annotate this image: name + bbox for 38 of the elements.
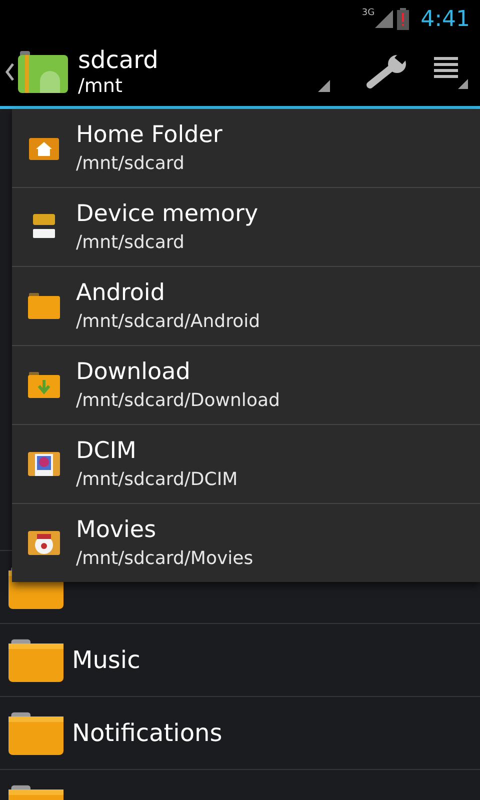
- bookmark-name: Android: [76, 279, 166, 308]
- bookmark-path: /mnt/sdcard/DCIM: [76, 468, 238, 492]
- folder-row[interactable]: Notifications: [0, 696, 480, 769]
- photo-folder-icon: [28, 449, 60, 479]
- folder-row[interactable]: Music: [0, 623, 480, 696]
- folder-icon: [8, 711, 64, 755]
- bookmark-path: /mnt/sdcard: [76, 152, 186, 176]
- bookmark-item[interactable]: Home Folder /mnt/sdcard: [12, 109, 480, 188]
- folder-name: Music: [72, 646, 140, 674]
- network-type: 3G: [362, 8, 375, 18]
- folder-name: Notifications: [72, 719, 222, 747]
- bookmark-name: DCIM: [76, 437, 138, 466]
- folder-path: /mnt: [78, 74, 124, 98]
- bookmark-name: Device memory: [76, 200, 258, 229]
- dropdown-corner-icon[interactable]: [318, 80, 330, 92]
- download-folder-icon: [28, 372, 60, 398]
- bookmark-path: /mnt/sdcard/Movies: [76, 547, 254, 571]
- bookmark-item[interactable]: Android /mnt/sdcard/Android: [12, 267, 480, 346]
- bookmark-path: /mnt/sdcard/Android: [76, 310, 260, 334]
- clock-time: 4:41: [420, 6, 470, 32]
- folder-icon: [8, 638, 64, 682]
- folder-title: sdcard: [78, 46, 160, 74]
- chevron-left-icon: [4, 61, 16, 83]
- signal-icon: [374, 10, 393, 28]
- android-folder-icon: [18, 51, 68, 93]
- bookmark-path: /mnt/sdcard: [76, 231, 186, 255]
- folder-icon: [28, 293, 60, 319]
- bookmark-name: Download: [76, 358, 192, 387]
- bookmark-path: /mnt/sdcard/Download: [76, 389, 280, 413]
- bookmark-item[interactable]: Device memory /mnt/sdcard: [12, 188, 480, 267]
- bookmark-item[interactable]: Movies /mnt/sdcard/Movies: [12, 504, 480, 582]
- bookmark-name: Movies: [76, 516, 158, 545]
- home-folder-icon: [29, 136, 59, 160]
- battery-icon: [396, 8, 409, 30]
- bookmark-item[interactable]: Download /mnt/sdcard/Download: [12, 346, 480, 425]
- bookmark-name: Home Folder: [76, 121, 222, 150]
- bookmark-item[interactable]: DCIM /mnt/sdcard/DCIM: [12, 425, 480, 504]
- film-folder-icon: [28, 528, 60, 558]
